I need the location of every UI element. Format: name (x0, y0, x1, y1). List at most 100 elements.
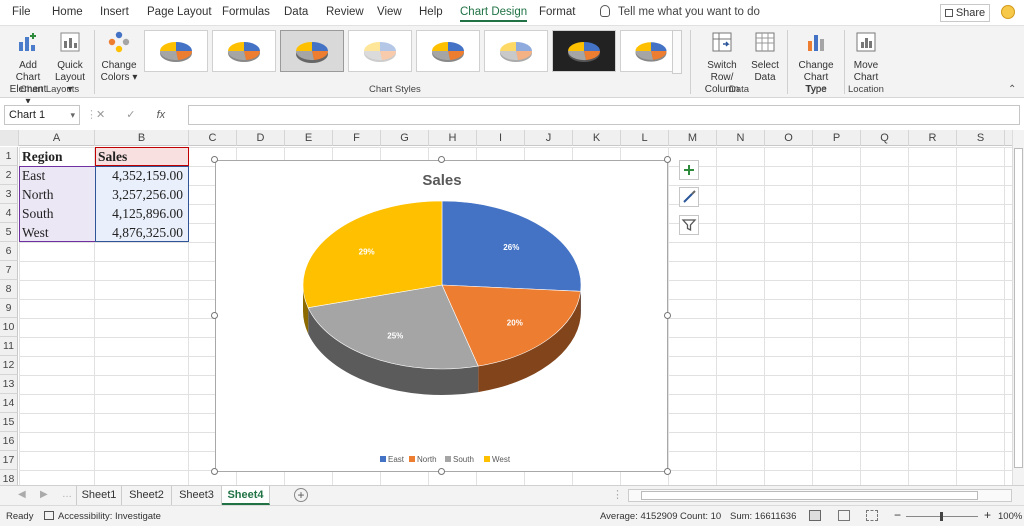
cell-sales[interactable]: 4,125,896.00 (95, 204, 183, 223)
legend-label-west[interactable]: West (492, 455, 511, 464)
row-header[interactable]: 10 (0, 318, 18, 337)
row-header[interactable]: 12 (0, 356, 18, 375)
data-label-south[interactable]: 25% (387, 332, 403, 341)
cell-sales[interactable]: 4,352,159.00 (95, 166, 183, 185)
tab-help[interactable]: Help (419, 6, 443, 18)
horizontal-scroll-thumb[interactable] (641, 491, 978, 500)
row-header[interactable]: 6 (0, 242, 18, 261)
status-accessibility[interactable]: Accessibility: Investigate (58, 511, 161, 522)
cell-region[interactable]: North (22, 185, 54, 204)
header-sales[interactable]: Sales (98, 147, 127, 166)
row-header[interactable]: 5 (0, 223, 18, 242)
name-box[interactable]: Chart 1 ▾ (4, 105, 80, 125)
zoom-out-icon[interactable]: − (894, 508, 901, 522)
accessibility-icon[interactable] (44, 511, 54, 520)
chart-style-4[interactable] (348, 30, 412, 72)
tab-formulas[interactable]: Formulas (222, 6, 270, 18)
data-label-north[interactable]: 20% (507, 318, 523, 327)
vertical-scroll-thumb[interactable] (1014, 148, 1023, 468)
legend-label-south[interactable]: South (453, 455, 474, 464)
insert-function-icon[interactable]: fx (157, 109, 166, 121)
collapse-ribbon-icon[interactable]: ⌃ (1008, 84, 1016, 95)
horizontal-scrollbar[interactable] (628, 489, 1012, 502)
column-header[interactable]: M (669, 130, 717, 146)
chart-style-6[interactable] (484, 30, 548, 72)
change-colors-button[interactable]: Change Colors ▾ (100, 30, 138, 84)
scroll-sheets-left-icon[interactable]: ◀ (18, 489, 26, 500)
data-label-west[interactable]: 29% (359, 247, 375, 256)
page-break-view-icon[interactable] (866, 510, 878, 521)
column-header[interactable]: K (573, 130, 621, 146)
cell-region[interactable]: West (22, 223, 49, 242)
chart-style-1[interactable] (144, 30, 208, 72)
new-sheet-icon[interactable]: + (294, 488, 308, 502)
column-header[interactable]: Q (861, 130, 909, 146)
column-header[interactable]: G (381, 130, 429, 146)
tab-page-layout[interactable]: Page Layout (147, 6, 212, 18)
row-header[interactable]: 16 (0, 432, 18, 451)
column-header[interactable]: L (621, 130, 669, 146)
tab-data[interactable]: Data (284, 6, 308, 18)
feedback-smiley-icon[interactable] (1001, 5, 1015, 19)
enter-icon[interactable]: ✓ (126, 109, 135, 121)
tab-view[interactable]: View (377, 6, 402, 18)
chart-filters-button[interactable] (679, 215, 699, 235)
row-header[interactable]: 11 (0, 337, 18, 356)
chart-style-3-selected[interactable] (280, 30, 344, 72)
tab-splitter-icon[interactable]: ⋮ (612, 488, 623, 501)
tell-me-search[interactable]: Tell me what you want to do (600, 5, 760, 18)
chart-resize-handle[interactable] (211, 156, 218, 163)
row-header[interactable]: 2 (0, 166, 18, 185)
row-header[interactable]: 14 (0, 394, 18, 413)
sheet-tab-active[interactable]: Sheet4 (222, 486, 270, 505)
row-header[interactable]: 17 (0, 451, 18, 470)
row-header[interactable]: 9 (0, 299, 18, 318)
chart-title[interactable]: Sales (422, 172, 461, 189)
data-label-east[interactable]: 26% (503, 243, 519, 252)
tab-chart-design[interactable]: Chart Design (460, 6, 528, 22)
legend-label-north[interactable]: North (417, 455, 437, 464)
column-header[interactable]: J (525, 130, 573, 146)
column-header[interactable]: H (429, 130, 477, 146)
row-header[interactable]: 13 (0, 375, 18, 394)
chart-style-2[interactable] (212, 30, 276, 72)
sheet-tab[interactable]: Sheet3 (172, 486, 222, 505)
legend-label-east[interactable]: East (388, 455, 405, 464)
formula-input[interactable] (188, 105, 1020, 125)
column-header[interactable]: P (813, 130, 861, 146)
sheet-tab[interactable]: Sheet2 (122, 486, 172, 505)
column-header[interactable]: A (19, 130, 95, 146)
row-header[interactable]: 18 (0, 470, 18, 485)
cell-region[interactable]: South (22, 204, 54, 223)
share-button[interactable]: Share (940, 4, 990, 22)
sheet-tab[interactable]: Sheet1 (76, 486, 122, 505)
row-header[interactable]: 1 (0, 147, 18, 166)
chart-resize-handle[interactable] (664, 312, 671, 319)
tab-file[interactable]: File (12, 6, 31, 18)
select-all-corner[interactable] (0, 130, 19, 146)
chart-resize-handle[interactable] (438, 156, 445, 163)
row-header[interactable]: 8 (0, 280, 18, 299)
cell-sales[interactable]: 4,876,325.00 (95, 223, 183, 242)
zoom-in-icon[interactable]: + (984, 508, 991, 522)
column-header[interactable]: F (333, 130, 381, 146)
chart-resize-handle[interactable] (664, 468, 671, 475)
cell-sales[interactable]: 3,257,256.00 (95, 185, 183, 204)
tab-format[interactable]: Format (539, 6, 575, 18)
chart-resize-handle[interactable] (438, 468, 445, 475)
vertical-scrollbar[interactable] (1012, 130, 1024, 485)
zoom-level[interactable]: 100% (998, 511, 1022, 522)
chart-resize-handle[interactable] (664, 156, 671, 163)
chart-resize-handle[interactable] (211, 468, 218, 475)
pie-chart[interactable]: Sales 26% 20% 25% 29% East North South West (215, 160, 668, 472)
gallery-scroll-buttons[interactable] (672, 30, 682, 74)
header-region[interactable]: Region (22, 147, 63, 166)
tab-insert[interactable]: Insert (100, 6, 129, 18)
column-header[interactable]: R (909, 130, 957, 146)
cancel-icon[interactable]: ✕ (96, 109, 105, 121)
tab-review[interactable]: Review (326, 6, 364, 18)
column-header[interactable]: N (717, 130, 765, 146)
column-header[interactable]: D (237, 130, 285, 146)
chart-style-5[interactable] (416, 30, 480, 72)
column-header[interactable]: I (477, 130, 525, 146)
